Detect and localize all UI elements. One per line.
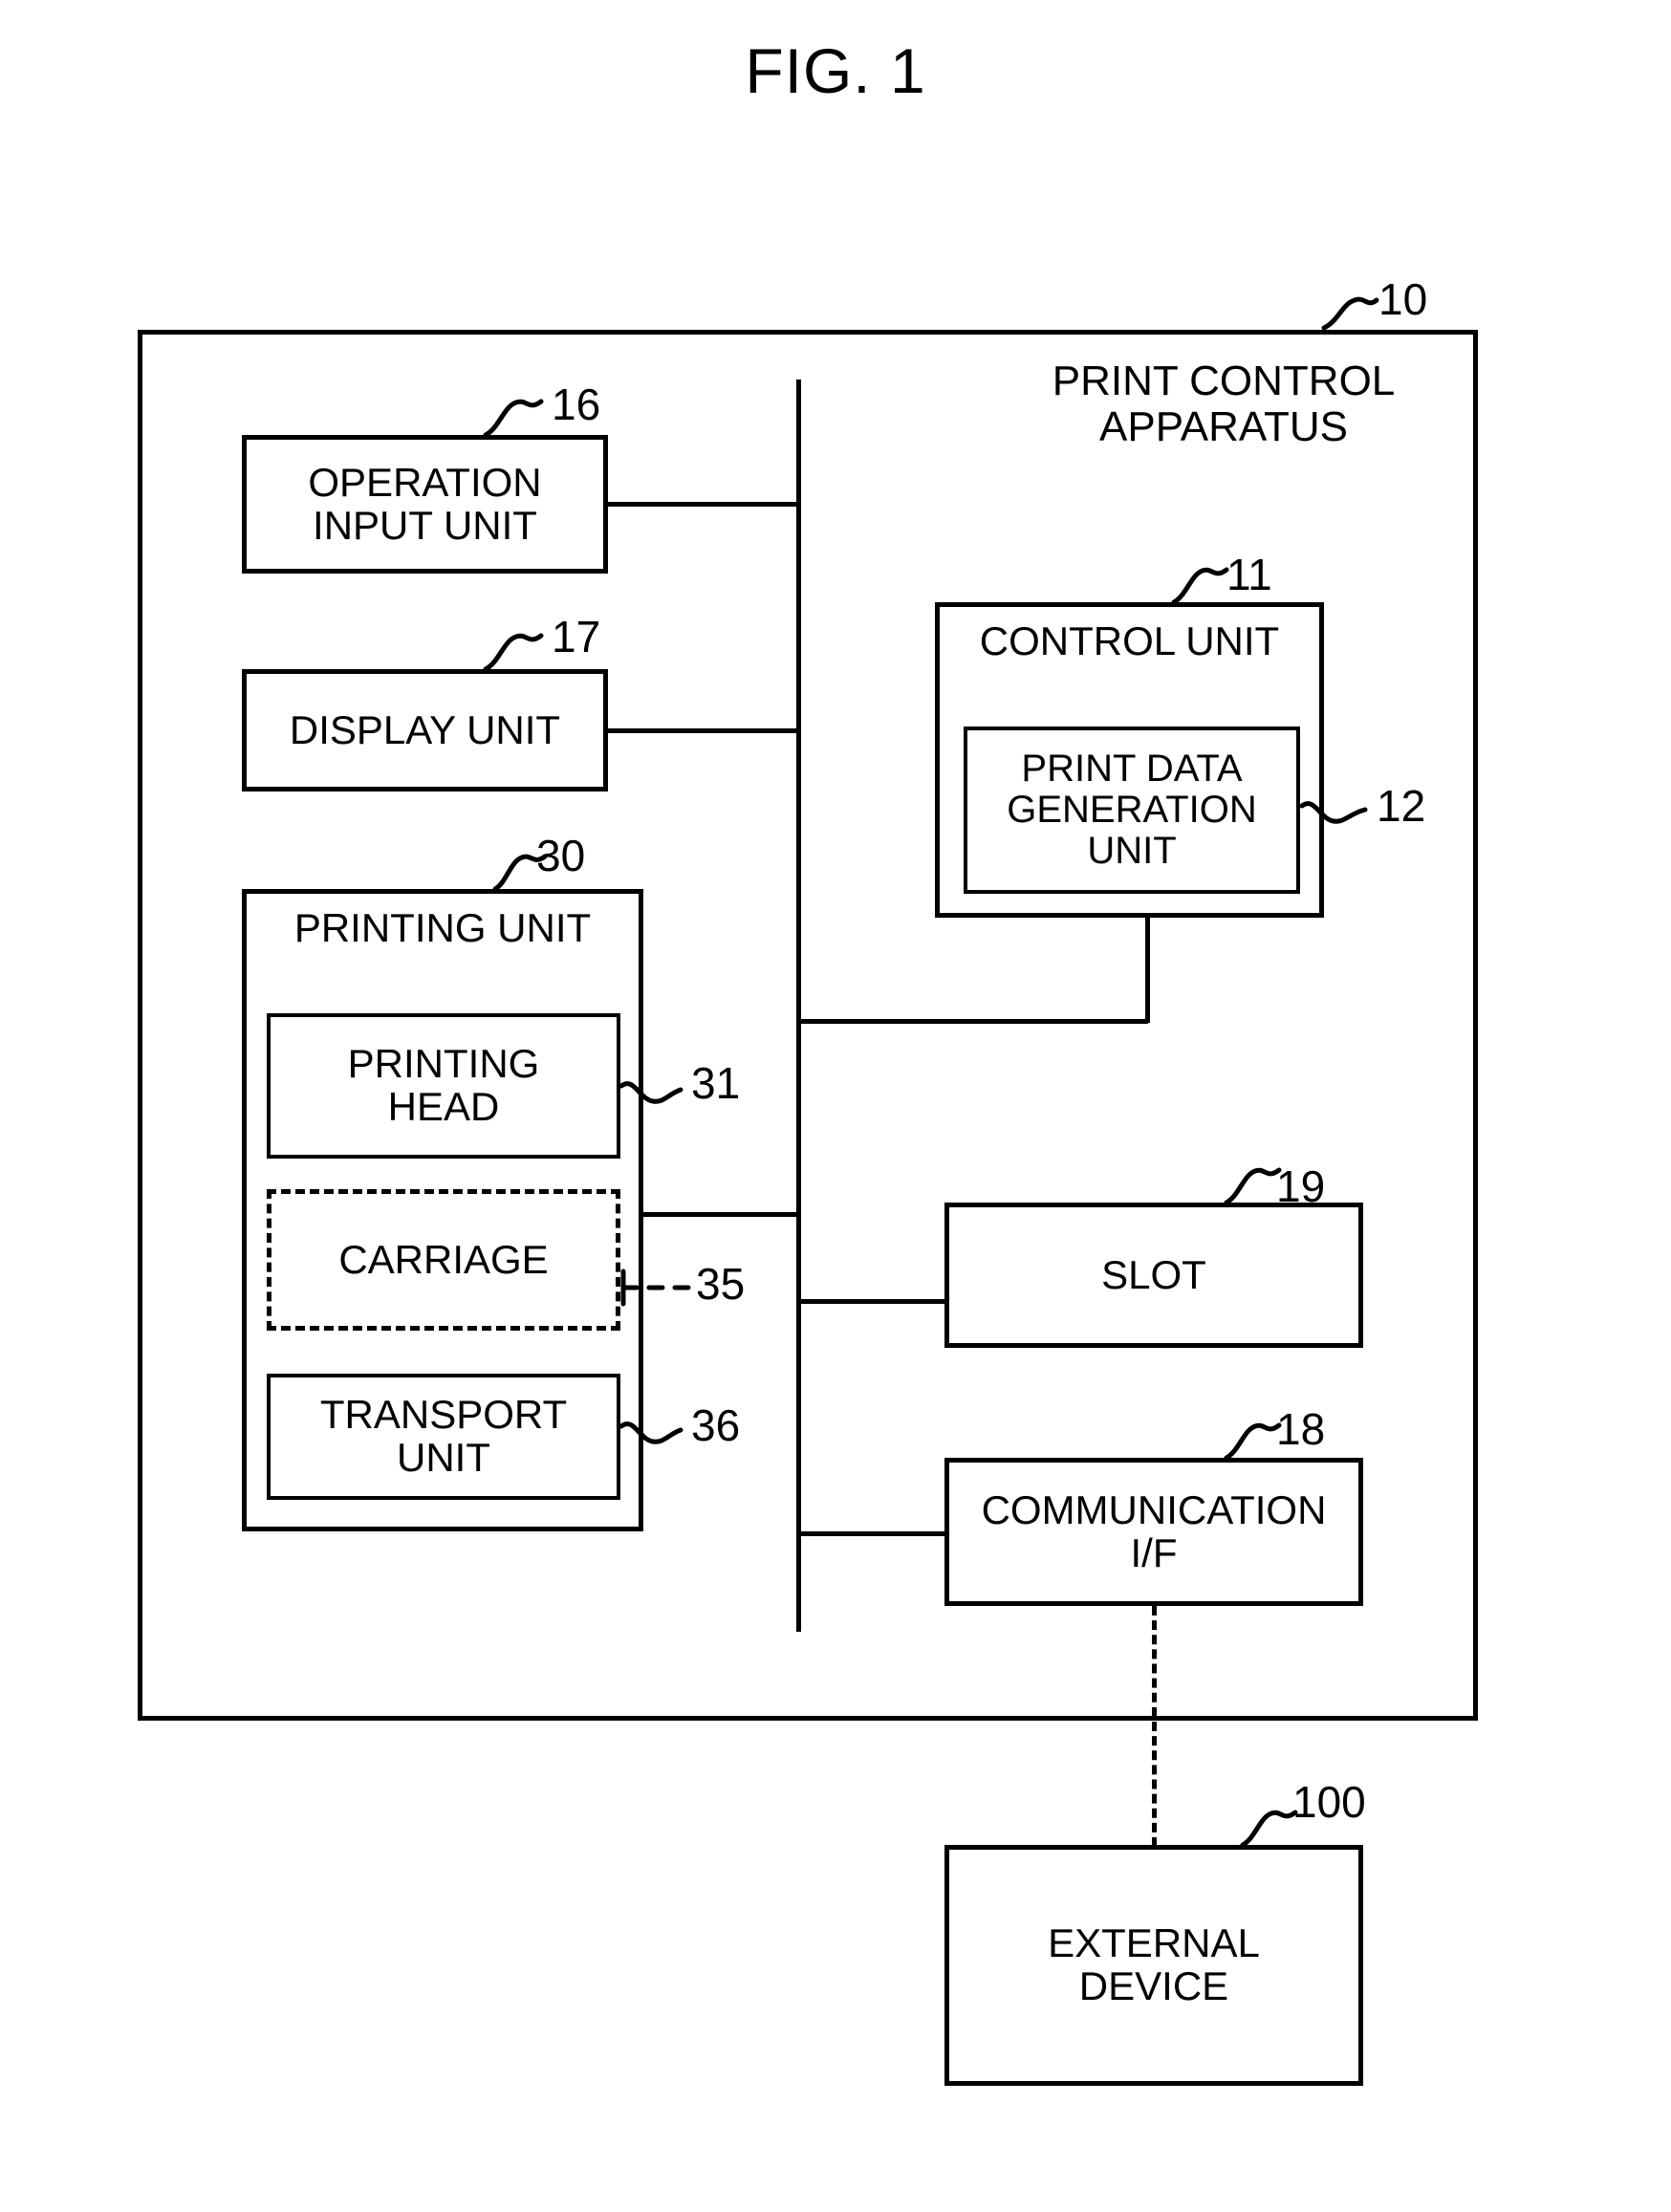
print-data-generation-unit-label: PRINT DATA GENERATION UNIT bbox=[1007, 748, 1257, 872]
carriage-box: CARRIAGE bbox=[267, 1189, 620, 1331]
leader-100 bbox=[1240, 1810, 1298, 1848]
system-bus-line bbox=[796, 380, 801, 1632]
connector-control-unit-to-bus bbox=[796, 1019, 1148, 1024]
ref-numeral-10: 10 bbox=[1378, 274, 1428, 324]
ref-numeral-30: 30 bbox=[536, 831, 586, 880]
ref-numeral-36: 36 bbox=[691, 1400, 741, 1450]
connector-operation-input-unit-to-bus bbox=[608, 502, 799, 507]
ref-numeral-19: 19 bbox=[1276, 1161, 1326, 1211]
connector-bus-to-slot bbox=[796, 1299, 947, 1304]
connector-control-unit-down-stub bbox=[1145, 916, 1150, 1023]
operation-input-unit-label: OPERATION INPUT UNIT bbox=[308, 459, 542, 548]
ref-numeral-35: 35 bbox=[696, 1259, 746, 1309]
control-unit-label: CONTROL UNIT bbox=[979, 618, 1280, 663]
ref-numeral-12: 12 bbox=[1377, 781, 1426, 831]
slot-box: SLOT bbox=[944, 1203, 1363, 1348]
print-control-apparatus-label: PRINT CONTROL APPARATUS bbox=[1052, 358, 1396, 451]
ref-numeral-16: 16 bbox=[552, 380, 601, 429]
external-device-box: EXTERNAL DEVICE bbox=[944, 1845, 1363, 2086]
printing-head-box: PRINTING HEAD bbox=[267, 1013, 620, 1159]
display-unit-label: DISPLAY UNIT bbox=[289, 706, 561, 752]
transport-unit-label: TRANSPORT UNIT bbox=[319, 1392, 568, 1480]
figure-title: FIG. 1 bbox=[745, 35, 926, 106]
ref-numeral-100: 100 bbox=[1292, 1777, 1366, 1827]
connector-bus-to-communication-if bbox=[796, 1531, 947, 1536]
connector-communication-if-to-external-device bbox=[1152, 1606, 1157, 1847]
ref-numeral-18: 18 bbox=[1276, 1404, 1326, 1454]
operation-input-unit-box: OPERATION INPUT UNIT bbox=[242, 435, 608, 574]
carriage-label: CARRIAGE bbox=[338, 1236, 549, 1282]
slot-label: SLOT bbox=[1101, 1251, 1206, 1297]
communication-if-box: COMMUNICATION I/F bbox=[944, 1458, 1363, 1606]
connector-printing-unit-to-bus bbox=[640, 1212, 799, 1217]
communication-if-label: COMMUNICATION I/F bbox=[981, 1486, 1327, 1575]
connector-display-unit-to-bus bbox=[608, 728, 799, 733]
printing-head-label: PRINTING HEAD bbox=[347, 1041, 540, 1129]
external-device-label: EXTERNAL DEVICE bbox=[1048, 1920, 1260, 2008]
leader-10 bbox=[1321, 296, 1379, 331]
print-data-generation-unit-box: PRINT DATA GENERATION UNIT bbox=[964, 726, 1300, 894]
transport-unit-box: TRANSPORT UNIT bbox=[267, 1374, 620, 1500]
ref-numeral-17: 17 bbox=[552, 612, 601, 661]
display-unit-box: DISPLAY UNIT bbox=[242, 669, 608, 792]
printing-unit-label: PRINTING UNIT bbox=[293, 905, 592, 950]
ref-numeral-31: 31 bbox=[691, 1058, 741, 1108]
ref-numeral-11: 11 bbox=[1226, 550, 1272, 599]
